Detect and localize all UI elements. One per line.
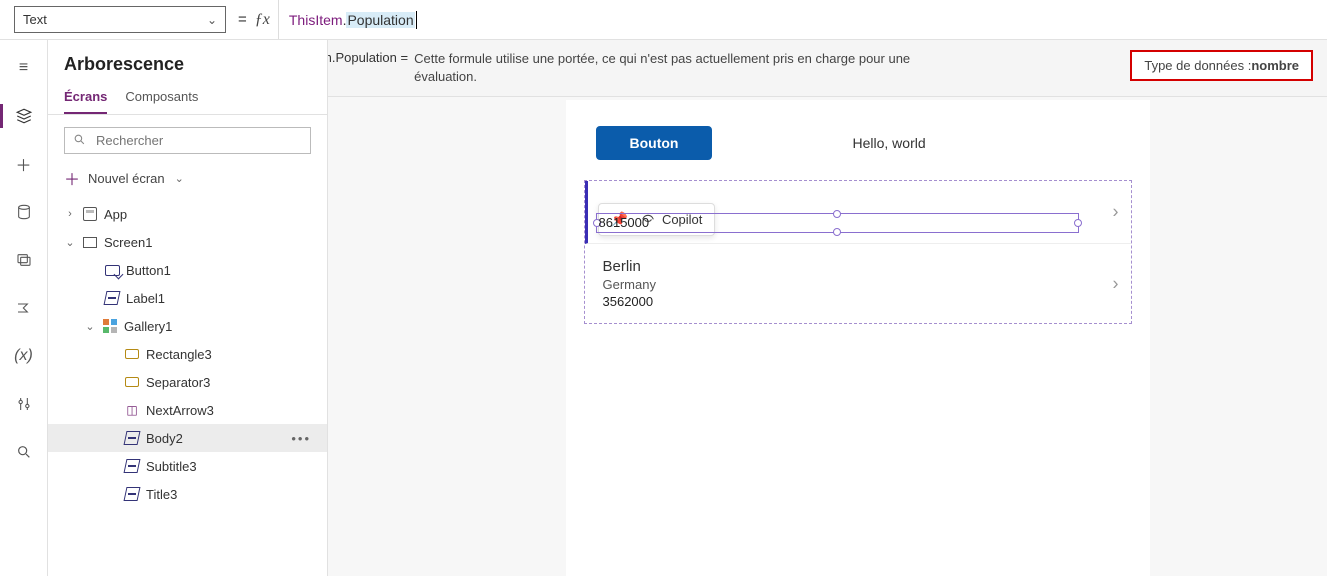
label-icon — [124, 486, 140, 502]
group-icon: ◫ — [124, 402, 140, 418]
screen-icon — [82, 234, 98, 250]
power-automate-icon[interactable] — [14, 298, 34, 318]
tree-view-icon[interactable] — [14, 106, 34, 126]
result-lhs: ThisItem.Population = — [328, 50, 408, 65]
selected-body-control[interactable]: 8615000 — [596, 213, 1079, 233]
tree-tabs: Écrans Composants — [48, 83, 327, 115]
chevron-down-icon: ⌄ — [84, 320, 96, 333]
hamburger-icon[interactable]: ≡ — [14, 58, 34, 78]
canvas-area: ThisItem.Population = Cette formule util… — [328, 40, 1327, 576]
resize-handle[interactable] — [1074, 219, 1082, 227]
chevron-down-icon: ⌄ — [207, 13, 217, 27]
tree-node-screen1[interactable]: ⌄ Screen1 — [48, 228, 327, 256]
tree-node-gallery1[interactable]: ⌄ Gallery1 — [48, 312, 327, 340]
tab-screens[interactable]: Écrans — [64, 83, 107, 114]
left-rail: ≡ ＋ (x) — [0, 40, 48, 576]
gallery-item[interactable]: 📌 Copilot — [585, 181, 1131, 244]
advanced-tools-icon[interactable] — [14, 394, 34, 414]
formula-input[interactable]: ThisItem.Population — [279, 0, 1327, 39]
tree-node-app[interactable]: › App — [48, 200, 327, 228]
label-icon — [124, 430, 140, 446]
app-icon — [82, 206, 98, 222]
search-rail-icon[interactable] — [14, 442, 34, 462]
tree-node-rectangle3[interactable]: Rectangle3 — [48, 340, 327, 368]
formula-result-bar: ThisItem.Population = Cette formule util… — [328, 40, 1327, 97]
next-arrow-icon[interactable]: › — [1113, 273, 1119, 294]
button-icon — [104, 262, 120, 278]
more-icon[interactable]: ••• — [291, 431, 317, 446]
tree-search-input[interactable] — [94, 132, 302, 149]
fx-icon[interactable]: ƒx — [255, 0, 279, 39]
new-screen-button[interactable]: ＋ Nouvel écran ⌄ — [48, 158, 327, 200]
tree-list: › App ⌄ Screen1 Button1 Label1 — [48, 200, 327, 576]
formula-property: Population — [346, 12, 414, 28]
tree-node-body2[interactable]: Body2 ••• — [48, 424, 327, 452]
chevron-down-icon: ⌄ — [64, 236, 76, 249]
label-icon — [104, 290, 120, 306]
tree-node-nextarrow3[interactable]: ◫ NextArrow3 — [48, 396, 327, 424]
data-icon[interactable] — [14, 202, 34, 222]
gallery-item-population: 3562000 — [603, 294, 1097, 309]
resize-handle[interactable] — [833, 210, 841, 218]
gallery-icon — [102, 318, 118, 334]
rectangle-icon — [124, 374, 140, 390]
chevron-down-icon: ⌄ — [175, 172, 184, 185]
tree-node-title3[interactable]: Title3 — [48, 480, 327, 508]
result-message: Cette formule utilise une portée, ce qui… — [414, 50, 974, 86]
property-dropdown[interactable]: Text ⌄ — [14, 6, 226, 33]
gallery-item-country: Germany — [603, 277, 1097, 292]
tree-view-pane: Arborescence Écrans Composants ＋ Nouvel … — [48, 40, 328, 576]
next-arrow-icon[interactable]: › — [1113, 202, 1119, 223]
gallery-item-population: 8615000 — [599, 215, 650, 230]
resize-handle[interactable] — [833, 228, 841, 236]
app-preview: Bouton Hello, world 📌 Copilot — [566, 100, 1150, 576]
canvas-gallery[interactable]: 📌 Copilot — [584, 180, 1132, 324]
rectangle-icon — [124, 346, 140, 362]
tree-search[interactable] — [64, 127, 311, 154]
tree-node-separator3[interactable]: Separator3 — [48, 368, 327, 396]
insert-icon[interactable]: ＋ — [14, 154, 34, 174]
plus-icon: ＋ — [64, 166, 80, 190]
text-caret — [416, 11, 417, 29]
variables-icon[interactable]: (x) — [14, 346, 34, 366]
media-icon[interactable] — [14, 250, 34, 270]
gallery-item-city: Berlin — [603, 258, 1097, 275]
tree-title: Arborescence — [64, 54, 311, 75]
gallery-item[interactable]: Berlin Germany 3562000 › — [585, 244, 1131, 323]
data-type-prefix: Type de données : — [1144, 58, 1251, 73]
formula-bar: Text ⌄ = ƒx ThisItem.Population — [0, 0, 1327, 40]
tree-node-subtitle3[interactable]: Subtitle3 — [48, 452, 327, 480]
new-screen-label: Nouvel écran — [88, 171, 165, 186]
property-dropdown-label: Text — [23, 12, 47, 27]
canvas-button[interactable]: Bouton — [596, 126, 713, 160]
data-type-value: nombre — [1251, 58, 1299, 73]
canvas-label[interactable]: Hello, world — [852, 135, 925, 151]
equals-sign: = — [234, 0, 255, 39]
data-type-box: Type de données :nombre — [1130, 50, 1313, 81]
search-icon — [73, 133, 86, 149]
label-icon — [124, 458, 140, 474]
formula-object: ThisItem — [289, 12, 343, 28]
tree-node-button1[interactable]: Button1 — [48, 256, 327, 284]
tab-components[interactable]: Composants — [125, 83, 198, 114]
tree-node-label1[interactable]: Label1 — [48, 284, 327, 312]
chevron-right-icon: › — [64, 208, 76, 220]
